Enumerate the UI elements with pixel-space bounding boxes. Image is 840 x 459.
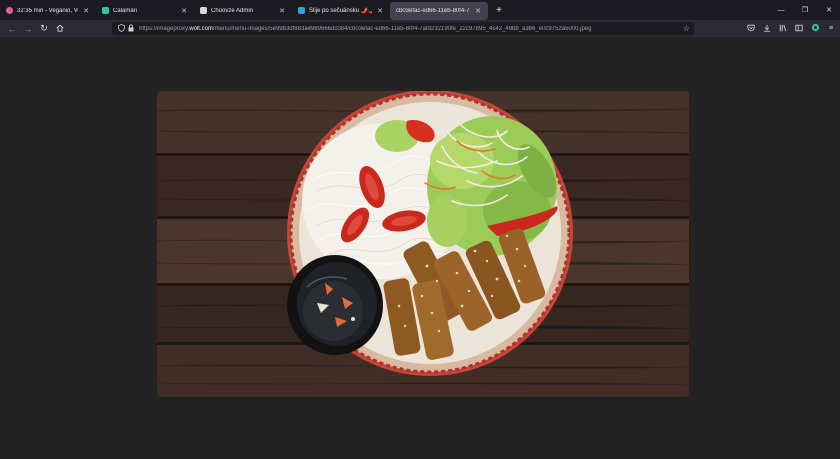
library-icon[interactable]	[778, 24, 788, 34]
url-domain: wolt.com	[189, 25, 213, 32]
pocket-icon[interactable]	[746, 24, 756, 34]
back-button[interactable]: ←	[4, 21, 20, 37]
address-bar[interactable]: https://imageproxy.wolt.com/menu/menu-im…	[112, 22, 694, 35]
close-window-icon[interactable]: ✕	[824, 6, 834, 14]
wolt-favicon-icon	[298, 7, 305, 14]
tab-image-active[interactable]: cb03efac-ed66-11eb-80f4-7afd2 ✕	[390, 1, 488, 20]
tab-calamari[interactable]: Calamari ✕	[96, 2, 194, 20]
tab-title: Choovze Admin	[211, 7, 254, 14]
minimize-icon[interactable]: —	[776, 7, 786, 14]
food-photo-illustration	[157, 91, 689, 397]
forward-button[interactable]: →	[20, 21, 36, 37]
menu-hamburger-icon[interactable]: ≡	[826, 25, 836, 32]
tracking-protection-shield-icon[interactable]	[116, 23, 126, 34]
reload-button[interactable]: ↻	[36, 21, 52, 37]
veganio-favicon-icon	[6, 7, 13, 14]
choovze-favicon-icon	[200, 7, 207, 14]
tab-choovze-admin[interactable]: Choovze Admin ✕	[194, 2, 292, 20]
tab-title: 32:35 min - Veganio, Veganio -	[17, 7, 78, 14]
new-tab-button[interactable]: +	[492, 3, 506, 17]
extension-icon[interactable]	[810, 23, 820, 34]
home-icon	[56, 24, 64, 34]
tab-title: cb03efac-ed66-11eb-80f4-7afd2	[396, 7, 470, 14]
close-tab-icon[interactable]: ✕	[180, 7, 188, 15]
tab-title: Slije po sečuánsku 🌶️🌶️🌶️ (1...	[309, 8, 372, 14]
close-tab-icon[interactable]: ✕	[82, 7, 90, 15]
close-tab-icon[interactable]: ✕	[278, 7, 286, 15]
home-button[interactable]	[52, 21, 68, 37]
downloads-icon[interactable]	[762, 24, 772, 34]
toolbar-right-icons: ≡	[746, 20, 836, 37]
tab-slije[interactable]: Slije po sečuánsku 🌶️🌶️🌶️ (1... ✕	[292, 2, 390, 20]
lock-icon[interactable]	[126, 23, 136, 34]
tab-bar: 32:35 min - Veganio, Veganio - ✕ Calamar…	[0, 0, 840, 20]
back-arrow-icon: ←	[7, 23, 17, 34]
maximize-icon[interactable]: ❐	[800, 6, 810, 14]
url-text[interactable]: https://imageproxy.wolt.com/menu/menu-im…	[139, 26, 669, 32]
window-controls: — ❐ ✕	[776, 0, 834, 20]
tab-title: Calamari	[113, 7, 138, 14]
bookmark-star-icon[interactable]: ☆	[683, 24, 690, 33]
forward-arrow-icon: →	[23, 23, 33, 34]
tab-veganio[interactable]: 32:35 min - Veganio, Veganio - ✕	[0, 2, 96, 20]
calamari-favicon-icon	[102, 7, 109, 14]
url-path: /menu/menu-images/5e99b3df883a4969666dc0…	[212, 25, 592, 32]
food-image[interactable]	[157, 91, 689, 397]
sidebar-toggle-icon[interactable]	[794, 24, 804, 34]
close-tab-icon[interactable]: ✕	[376, 7, 384, 15]
reload-icon: ↻	[40, 23, 48, 33]
url-prefix: https://imageproxy.	[139, 25, 190, 32]
close-tab-icon[interactable]: ✕	[474, 7, 482, 15]
